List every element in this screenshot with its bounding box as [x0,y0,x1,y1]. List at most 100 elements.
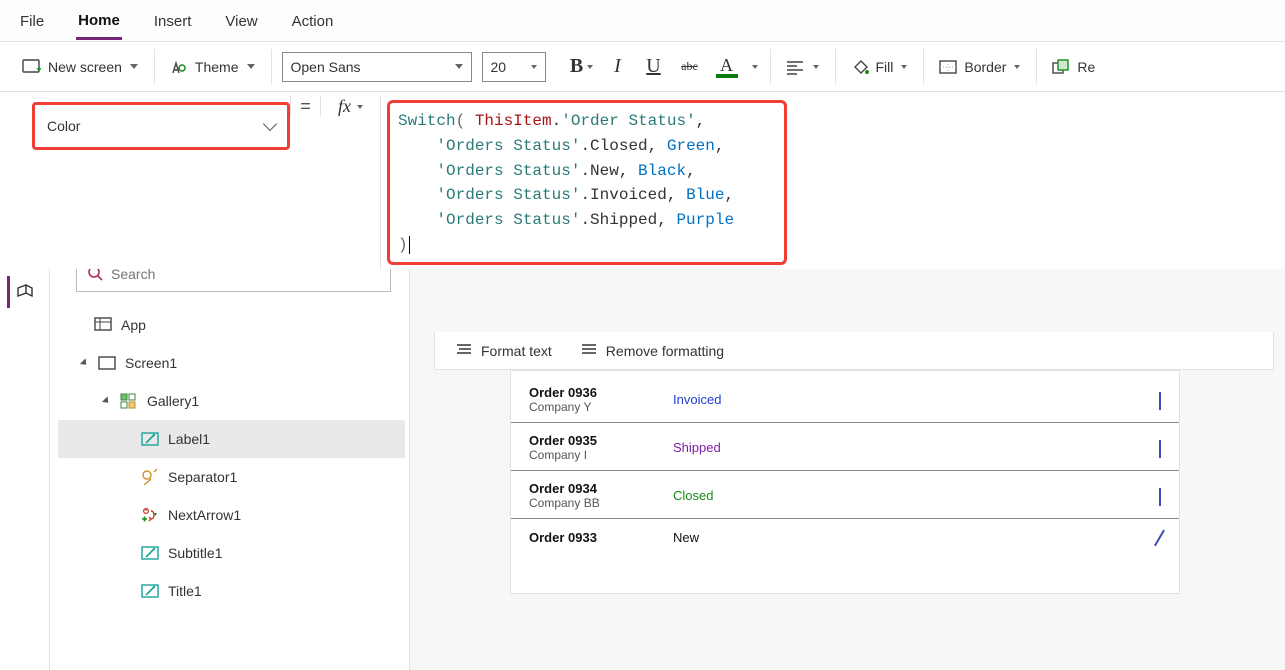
tree-node-label1[interactable]: Label1 [58,420,405,458]
expander-icon [102,396,111,405]
property-value: Color [47,118,80,134]
tree-node-label: NextArrow1 [168,507,241,523]
tree-node-title1[interactable]: Title1 [58,572,405,610]
remove-formatting-button[interactable]: Remove formatting [580,342,724,359]
equals-label: = [290,96,320,117]
formula-token: 'Orders Status' [436,162,580,180]
label-icon [140,543,160,563]
chevron-down-icon [357,105,363,109]
border-label: Border [964,59,1006,75]
fill-label: Fill [876,59,894,75]
tree-node-app[interactable]: App [58,306,405,344]
theme-label: Theme [195,59,239,75]
formula-editor[interactable]: Switch( ThisItem.'Order Status', 'Orders… [387,100,787,265]
reorder-icon [1051,57,1071,77]
chevron-down-icon [813,65,819,69]
gallery-status: Closed [673,488,763,503]
gallery-title: Order 0933 [529,530,659,545]
tree-node-gallery1[interactable]: Gallery1 [58,382,405,420]
gallery-status: New [673,530,763,545]
theme-icon [169,57,189,77]
font-value: Open Sans [291,59,361,75]
bold-button[interactable]: B [568,53,596,81]
label-icon [140,581,160,601]
nextarrow-icon [140,505,160,525]
chevron-right-icon [1159,488,1161,506]
label-icon [140,429,160,449]
property-select[interactable]: Color [32,102,290,150]
screen-icon [97,353,117,373]
underline-button[interactable]: U [640,53,668,81]
formula-token: .Shipped, [580,211,676,229]
menubar: File Home Insert View Action [0,0,1285,42]
formula-token: Black [638,162,686,180]
chevron-down-icon [263,117,277,131]
menu-insert[interactable]: Insert [152,3,194,38]
formula-token: , [715,137,725,155]
formula-token: 'Orders Status' [436,186,580,204]
font-color-button[interactable]: A [712,52,742,82]
fill-button[interactable]: Fill [846,53,912,81]
menu-file[interactable]: File [18,3,46,38]
next-arrow[interactable] [1155,530,1165,545]
ribbon: New screen Theme Open Sans 20 B I U abc [0,42,1285,92]
tree-node-subtitle1[interactable]: Subtitle1 [58,534,405,572]
chevron-down-icon [587,65,593,69]
gallery-row[interactable]: Order 0935 Company I Shipped [511,423,1179,471]
tree-node-screen1[interactable]: Screen1 [58,344,405,382]
gallery-preview: Order 0936 Company Y Invoiced Order 0935… [510,370,1180,594]
gallery-title: Order 0934 [529,481,659,496]
gallery-icon [119,391,139,411]
strikethrough-button[interactable]: abc [676,53,704,81]
gallery-status: Invoiced [673,392,763,407]
font-size-select[interactable]: 20 [482,52,546,82]
formula-token: Purple [676,211,734,229]
gallery-row[interactable]: Order 0936 Company Y Invoiced [511,375,1179,423]
fx-label: fx [338,96,351,117]
theme-button[interactable]: Theme [165,53,259,81]
menu-action[interactable]: Action [290,3,336,38]
new-screen-button[interactable]: New screen [18,53,142,81]
chevron-down-icon [247,64,255,69]
gallery-row[interactable]: Order 0933 New [511,519,1179,553]
formula-token: ThisItem [465,112,551,130]
formula-token: 'Orders Status' [436,211,580,229]
tree-node-separator1[interactable]: Separator1 [58,458,405,496]
fx-button[interactable]: fx [320,96,380,117]
next-arrow[interactable] [1159,392,1161,408]
formula-token: , [686,162,696,180]
tree-node-nextarrow1[interactable]: NextArrow1 [58,496,405,534]
formula-token: ) [398,236,408,254]
formula-token: Green [667,137,715,155]
align-button[interactable] [781,53,823,81]
reorder-button[interactable]: Re [1047,53,1099,81]
format-text-button[interactable]: Format text [455,342,552,359]
gallery-title: Order 0936 [529,385,659,400]
formula-token: Switch [398,112,456,130]
tree-node-label: Title1 [168,583,202,599]
tree: App Screen1 Gallery1 Label [50,306,409,610]
font-select[interactable]: Open Sans [282,52,472,82]
formula-token: .New, [580,162,638,180]
gallery-subtitle: Company BB [529,496,659,510]
chevron-down-icon [752,65,758,69]
next-arrow[interactable] [1159,440,1161,456]
gallery-row[interactable]: Order 0934 Company BB Closed [511,471,1179,519]
formula-token: Blue [686,186,724,204]
tree-node-label: Screen1 [125,355,177,371]
format-text-icon [455,342,473,359]
rail-tree-view[interactable] [7,276,39,308]
menu-view[interactable]: View [223,3,259,38]
chevron-right-icon [1159,392,1161,410]
menu-home[interactable]: Home [76,2,122,40]
italic-button[interactable]: I [604,53,632,81]
formula-format-bar: Format text Remove formatting [434,332,1274,370]
separator-icon [140,467,160,487]
chevron-down-icon [455,64,463,69]
font-size-value: 20 [491,59,507,75]
chevron-down-icon [130,64,138,69]
next-arrow[interactable] [1159,488,1161,504]
border-button[interactable]: Border [934,53,1024,81]
new-screen-icon [22,57,42,77]
gallery-status: Shipped [673,440,763,455]
